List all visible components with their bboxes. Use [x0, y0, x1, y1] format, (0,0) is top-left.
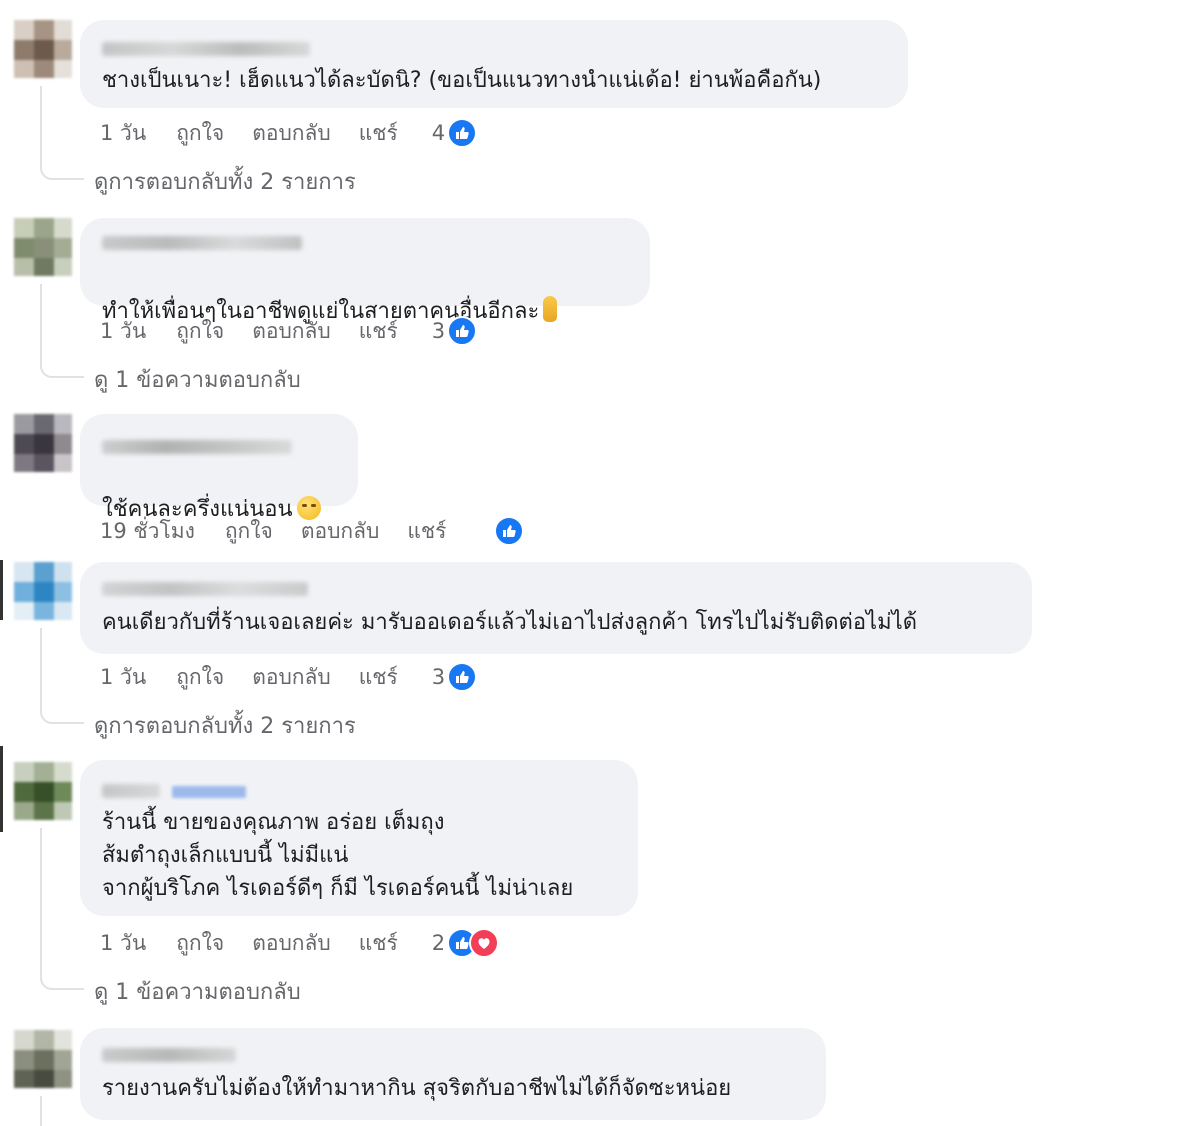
- comment-actions: 1 วัน ถูกใจ ตอบกลับ แชร์ 3: [100, 315, 478, 348]
- comment-bubble: ทำให้เพื่อนๆในอาชีพดูแย่ในสายตาคนอื่นอีก…: [80, 218, 650, 324]
- left-edge-marker: [0, 746, 3, 832]
- love-icon[interactable]: [469, 928, 500, 958]
- reaction-count[interactable]: 4: [432, 121, 445, 145]
- like-button[interactable]: ถูกใจ: [176, 117, 224, 150]
- like-button[interactable]: ถูกใจ: [176, 315, 224, 348]
- like-icon[interactable]: [447, 316, 478, 346]
- comment-timestamp[interactable]: 19 ชั่วโมง: [100, 515, 195, 548]
- reaction-count[interactable]: 3: [432, 319, 445, 343]
- like-icon[interactable]: [494, 516, 525, 546]
- avatar[interactable]: [14, 762, 72, 820]
- author-name-blurred[interactable]: [102, 784, 160, 798]
- author-name-blurred[interactable]: [102, 1048, 236, 1062]
- left-edge-marker: [0, 560, 3, 620]
- reply-button[interactable]: ตอบกลับ: [252, 117, 331, 150]
- pointing-finger-emoji: [543, 296, 558, 322]
- view-replies-link[interactable]: ดู 1 ข้อความตอบกลับ: [94, 362, 301, 397]
- like-button[interactable]: ถูกใจ: [225, 515, 273, 548]
- avatar[interactable]: [14, 562, 72, 620]
- like-button[interactable]: ถูกใจ: [176, 927, 224, 960]
- comment-bubble: ชางเป็นเนาะ! เฮ็ดแนวได้ละบัดนิ? (ขอเป็นแ…: [80, 20, 908, 108]
- avatar[interactable]: [14, 414, 72, 472]
- reply-button[interactable]: ตอบกลับ: [252, 315, 331, 348]
- share-button[interactable]: แชร์: [359, 117, 398, 150]
- thread-line: [40, 828, 84, 990]
- thread-line: [40, 284, 84, 378]
- author-name-blurred[interactable]: [102, 236, 302, 250]
- comment-bubble: ใช้คนละครึ่งแน่นอน: [80, 414, 358, 522]
- comment-bubble: คนเดียวกับที่ร้านเจอเลยค่ะ มารับออเดอร์แ…: [80, 562, 1032, 654]
- reaction-count[interactable]: 2: [432, 931, 445, 955]
- comment-text: คนเดียวกับที่ร้านเจอเลยค่ะ มารับออเดอร์แ…: [102, 610, 917, 635]
- author-name-blurred[interactable]: [102, 582, 308, 596]
- share-button[interactable]: แชร์: [359, 661, 398, 694]
- reply-button[interactable]: ตอบกลับ: [252, 927, 331, 960]
- author-name-blurred[interactable]: [102, 42, 310, 56]
- comment-bubble: ร้านนี้ ขายของคุณภาพ อร่อย เต็มถุง ส้มตำ…: [80, 760, 638, 916]
- comment-actions: 1 วัน ถูกใจ ตอบกลับ แชร์ 2: [100, 927, 500, 960]
- comment-timestamp[interactable]: 1 วัน: [100, 315, 146, 348]
- comment-timestamp[interactable]: 1 วัน: [100, 661, 146, 694]
- like-icon[interactable]: [447, 118, 478, 148]
- reaction-count[interactable]: 3: [432, 665, 445, 689]
- comment-text: ร้านนี้ ขายของคุณภาพ อร่อย เต็มถุง ส้มตำ…: [102, 810, 574, 901]
- view-replies-link[interactable]: ดูการตอบกลับทั้ง 2 รายการ: [94, 708, 356, 743]
- share-button[interactable]: แชร์: [359, 927, 398, 960]
- thread-line: [40, 1096, 84, 1126]
- comment-text: รายงานครับไม่ต้องให้ทำมาหากิน สุจริตกับอ…: [102, 1076, 732, 1101]
- avatar[interactable]: [14, 1030, 72, 1088]
- share-button[interactable]: แชร์: [359, 315, 398, 348]
- thread-line: [40, 628, 84, 724]
- comment-bubble: รายงานครับไม่ต้องให้ทำมาหากิน สุจริตกับอ…: [80, 1028, 826, 1120]
- view-replies-link[interactable]: ดู 1 ข้อความตอบกลับ: [94, 974, 301, 1009]
- like-button[interactable]: ถูกใจ: [176, 661, 224, 694]
- thread-line: [40, 86, 84, 180]
- reply-button[interactable]: ตอบกลับ: [252, 661, 331, 694]
- avatar[interactable]: [14, 20, 72, 78]
- reply-button[interactable]: ตอบกลับ: [301, 515, 380, 548]
- avatar[interactable]: [14, 218, 72, 276]
- comment-actions: 19 ชั่วโมง ถูกใจ ตอบกลับ แชร์: [100, 515, 525, 548]
- author-name-link-blurred[interactable]: [172, 786, 246, 798]
- like-icon[interactable]: [447, 662, 478, 692]
- comment-timestamp[interactable]: 1 วัน: [100, 117, 146, 150]
- comment-actions: 1 วัน ถูกใจ ตอบกลับ แชร์ 3: [100, 661, 478, 694]
- share-button[interactable]: แชร์: [407, 515, 446, 548]
- comment-timestamp[interactable]: 1 วัน: [100, 927, 146, 960]
- comment-text: ชางเป็นเนาะ! เฮ็ดแนวได้ละบัดนิ? (ขอเป็นแ…: [102, 68, 822, 93]
- author-name-blurred[interactable]: [102, 440, 292, 454]
- comment-actions: 1 วัน ถูกใจ ตอบกลับ แชร์ 4: [100, 117, 478, 150]
- view-replies-link[interactable]: ดูการตอบกลับทั้ง 2 รายการ: [94, 164, 356, 199]
